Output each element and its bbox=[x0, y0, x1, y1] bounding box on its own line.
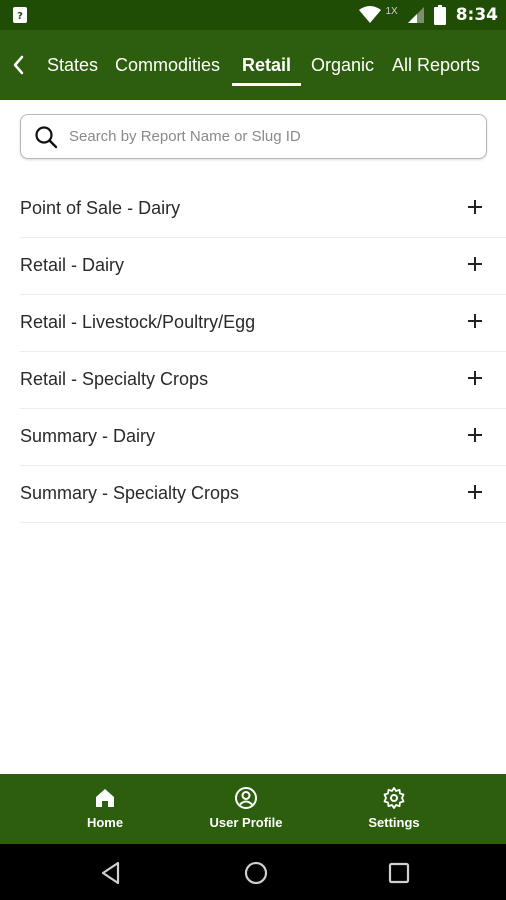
svg-text:?: ? bbox=[17, 11, 23, 22]
list-item[interactable]: Summary - Dairy bbox=[20, 409, 506, 466]
category-tab-bar: States Commodities Retail Organic All Re… bbox=[0, 30, 506, 100]
back-triangle-icon[interactable] bbox=[98, 860, 124, 886]
expand-plus-icon[interactable] bbox=[467, 199, 483, 215]
list-item[interactable]: Retail - Specialty Crops bbox=[20, 352, 506, 409]
nav-home-label: Home bbox=[86, 815, 124, 830]
gear-icon bbox=[383, 787, 405, 809]
report-label: Summary - Specialty Crops bbox=[20, 483, 240, 503]
nav-home[interactable]: Home bbox=[65, 774, 145, 844]
bottom-navigation: Home User Profile Settings bbox=[0, 774, 506, 844]
report-label: Retail - Specialty Crops bbox=[20, 369, 209, 389]
expand-plus-icon[interactable] bbox=[467, 427, 483, 443]
tab-organic[interactable]: Organic bbox=[311, 30, 374, 100]
network-type-label: 1X bbox=[385, 5, 398, 17]
wifi-icon bbox=[359, 6, 382, 23]
user-profile-icon bbox=[235, 787, 257, 809]
tab-commodities[interactable]: Commodities bbox=[115, 30, 220, 100]
active-tab-indicator bbox=[232, 83, 301, 86]
tab-retail[interactable]: Retail bbox=[242, 30, 291, 100]
search-icon bbox=[35, 126, 58, 149]
tab-all-reports[interactable]: All Reports bbox=[392, 30, 480, 100]
list-item[interactable]: Retail - Dairy bbox=[20, 238, 506, 295]
list-item[interactable]: Retail - Livestock/Poultry/Egg bbox=[20, 295, 506, 352]
home-icon bbox=[96, 789, 114, 807]
recents-square-icon[interactable] bbox=[386, 860, 412, 886]
battery-icon bbox=[433, 5, 446, 25]
list-item[interactable]: Summary - Specialty Crops bbox=[20, 466, 506, 523]
notification-icon: ? bbox=[13, 7, 27, 23]
search-box[interactable] bbox=[20, 114, 487, 159]
signal-icon bbox=[407, 7, 424, 23]
report-label: Point of Sale - Dairy bbox=[20, 198, 181, 218]
report-label: Retail - Livestock/Poultry/Egg bbox=[20, 312, 256, 332]
expand-plus-icon[interactable] bbox=[467, 484, 483, 500]
nav-user-profile[interactable]: User Profile bbox=[196, 774, 296, 844]
expand-plus-icon[interactable] bbox=[467, 313, 483, 329]
report-label: Summary - Dairy bbox=[20, 426, 156, 446]
expand-plus-icon[interactable] bbox=[467, 256, 483, 272]
nav-settings[interactable]: Settings bbox=[354, 774, 434, 844]
expand-plus-icon[interactable] bbox=[467, 370, 483, 386]
chevron-left-icon[interactable] bbox=[8, 52, 30, 78]
home-circle-icon[interactable] bbox=[243, 860, 269, 886]
nav-user-profile-label: User Profile bbox=[209, 815, 283, 830]
list-item[interactable]: Point of Sale - Dairy bbox=[20, 181, 506, 238]
nav-settings-label: Settings bbox=[368, 815, 420, 830]
report-label: Retail - Dairy bbox=[20, 255, 125, 275]
status-bar: ? 1X 8:34 bbox=[0, 0, 506, 30]
status-time: 8:34 bbox=[455, 5, 498, 25]
search-input[interactable] bbox=[69, 115, 469, 158]
tab-states[interactable]: States bbox=[47, 30, 98, 100]
report-list: Point of Sale - Dairy Retail - Dairy Ret… bbox=[0, 181, 506, 523]
system-navigation-bar bbox=[0, 844, 506, 900]
